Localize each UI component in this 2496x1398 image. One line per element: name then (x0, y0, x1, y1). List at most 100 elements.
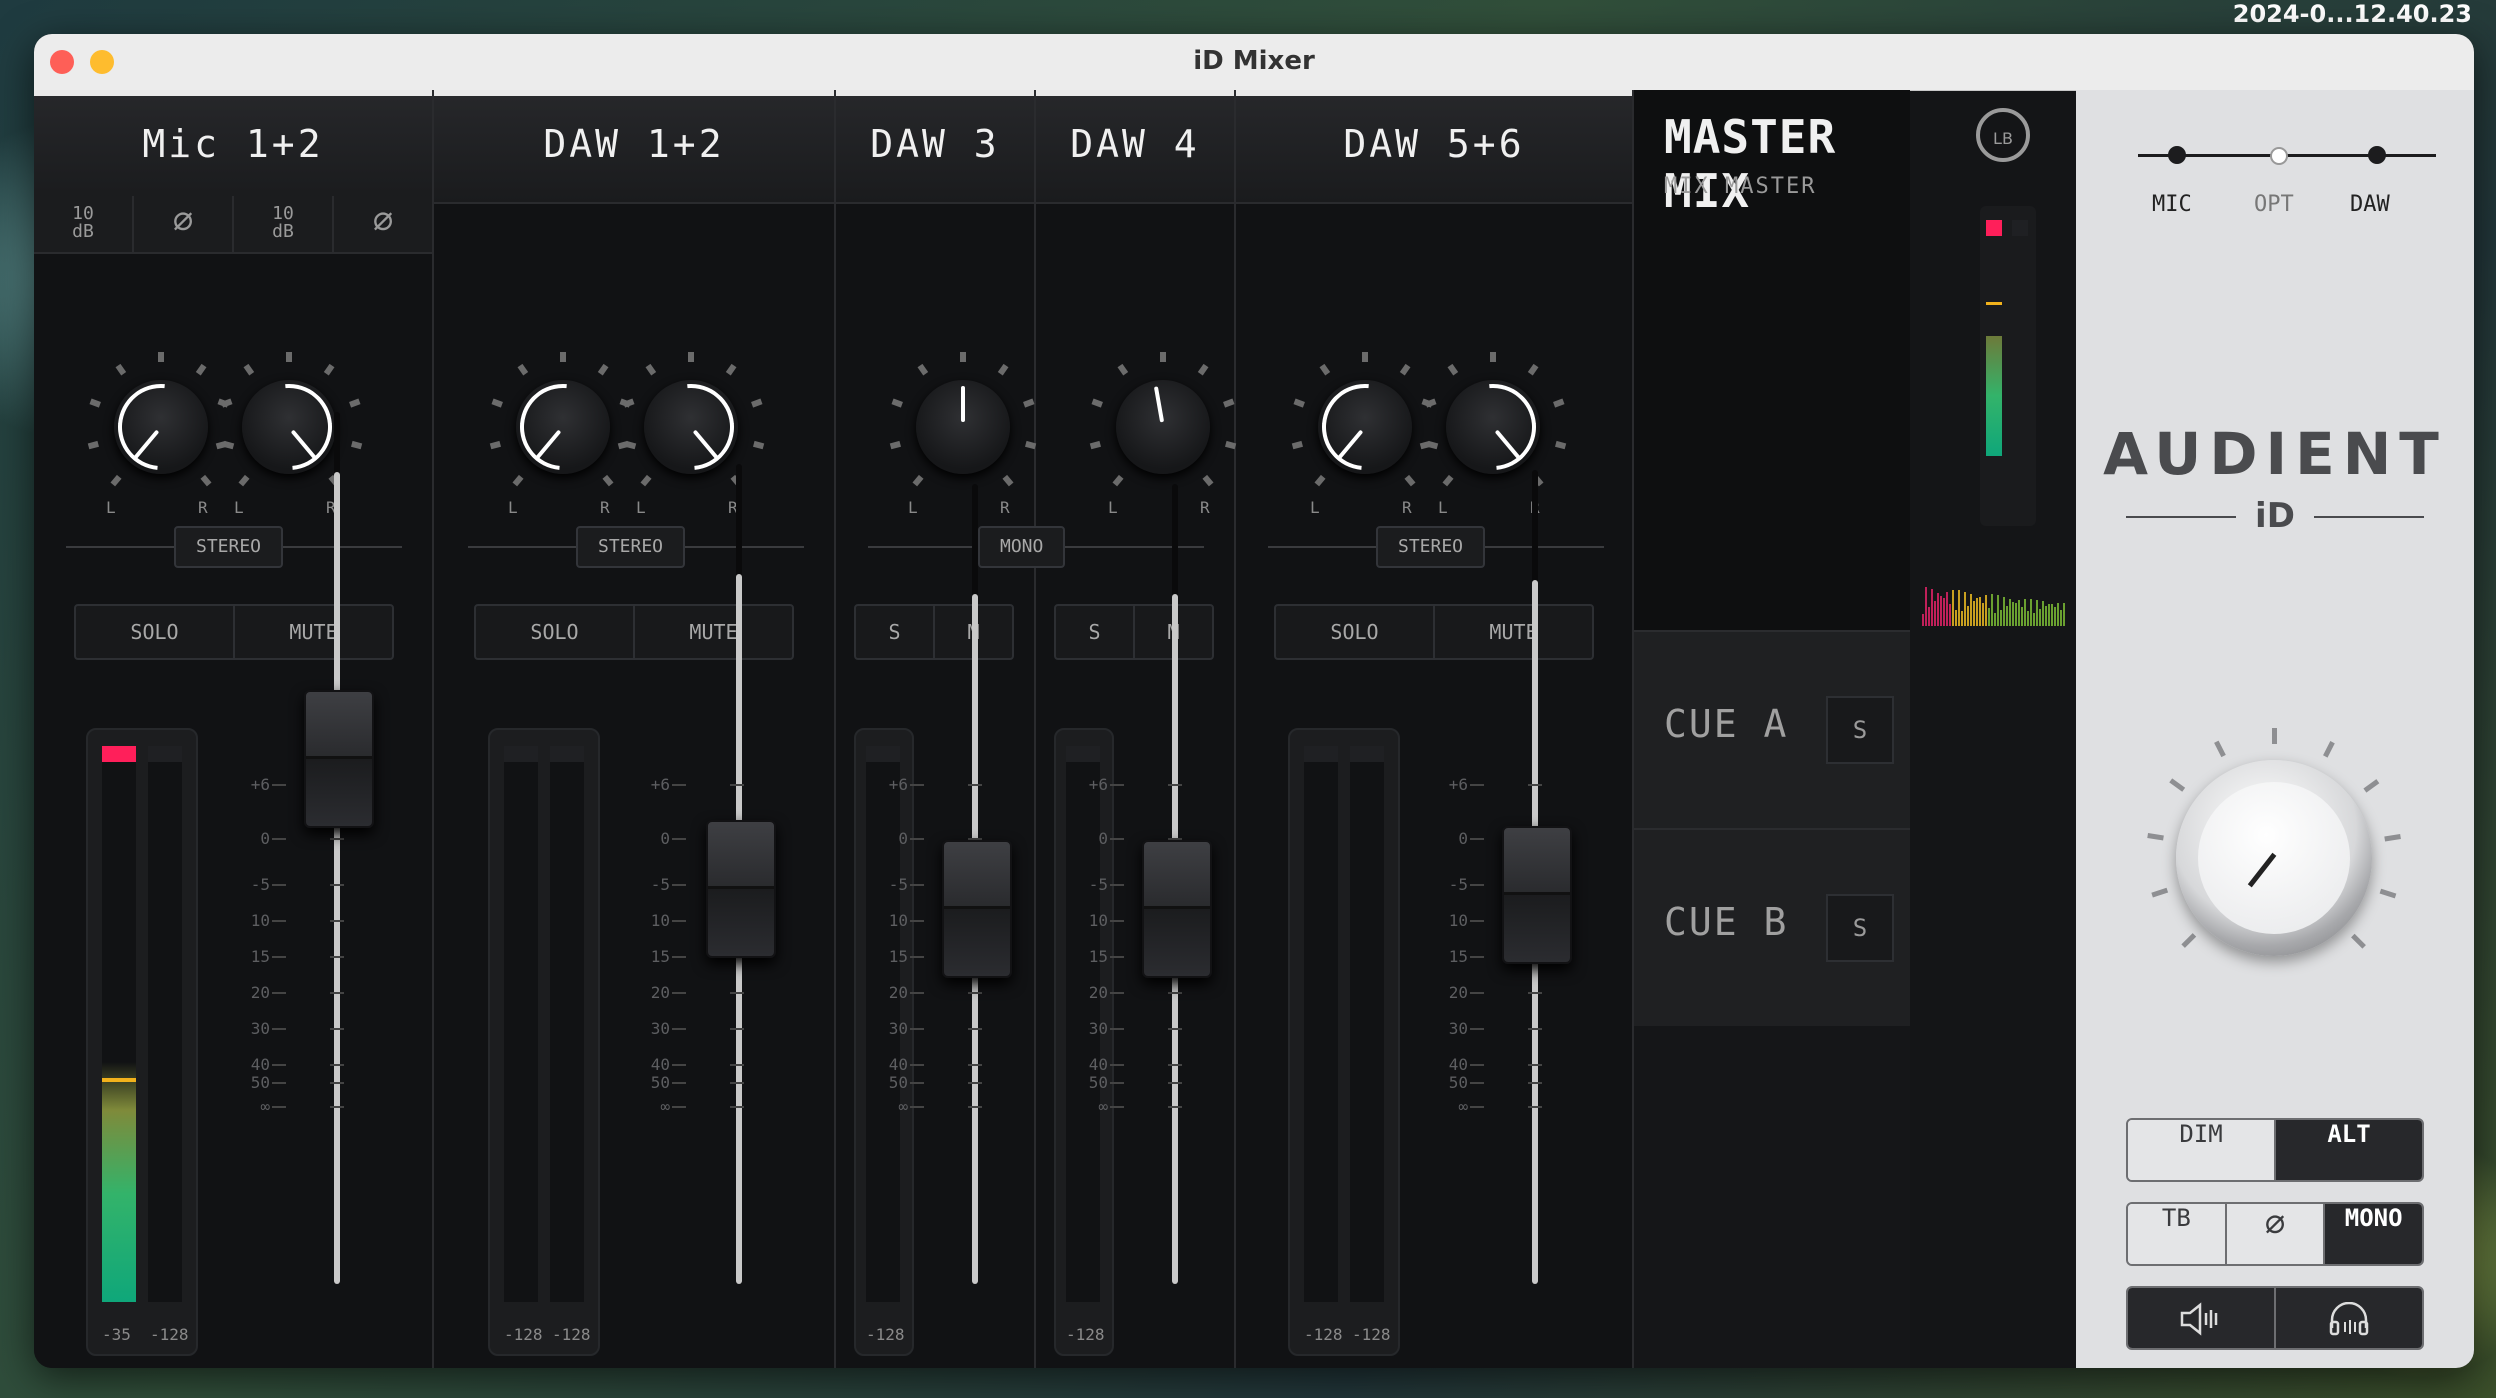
pan-left-label: L (508, 498, 518, 517)
fader-scale-label: 30 (250, 1019, 270, 1038)
spectrum-bar (2036, 600, 2038, 626)
spectrum-bar (1940, 596, 1942, 626)
pad-button-1[interactable]: 10 dB (34, 196, 134, 252)
fader-cap[interactable] (304, 690, 374, 828)
level-meter-mic: -35 -128 (86, 728, 198, 1356)
mono-button[interactable]: MONO (2323, 1204, 2422, 1264)
meter-readout-right: -128 (1352, 1325, 1391, 1344)
meter-bar-left (1304, 746, 1338, 1302)
cue-a-row[interactable]: CUE A S (1634, 630, 1910, 828)
talkback-button[interactable]: TB (2128, 1204, 2225, 1264)
spectrum-bar (1934, 601, 1936, 626)
fader-scale-label: 40 (650, 1055, 670, 1074)
spectrum-bar (1970, 594, 1972, 626)
fader-scale-label: 10 (1088, 911, 1108, 930)
phase-invert-button[interactable]: ∅ (2224, 1204, 2324, 1264)
dim-button[interactable]: DIM (2128, 1120, 2274, 1180)
fader-level (334, 472, 340, 1284)
spectrum-bar (2033, 613, 2035, 626)
title-bar: iD Mixer (34, 34, 2474, 91)
master-mix-section: MASTER MIX MIX MASTER LB CUE A S CUE B S (1634, 90, 2065, 1368)
cue-b-row[interactable]: CUE B S (1634, 828, 1910, 1026)
meter-readout-left: -35 (102, 1325, 131, 1344)
pan-left-label: L (1310, 498, 1320, 517)
spectrum-bar (1937, 593, 1939, 626)
fader-scale-label: 15 (1448, 947, 1468, 966)
spectrum-bar (1994, 613, 1996, 626)
mono-mode-toggle-daw34[interactable]: MONO (978, 526, 1066, 568)
pan-right-label: R (198, 498, 208, 517)
fader-scale-label: +6 (888, 775, 908, 794)
fader-cap[interactable] (1142, 840, 1212, 978)
logo-rule-right (2314, 516, 2424, 518)
master-clip-indicator-right (2012, 220, 2028, 236)
fader-scale: +6 0 -5 10 15 20 30 40 50 ∞ (234, 34, 344, 1334)
fader-scale-label: 30 (1448, 1019, 1468, 1038)
source-daw-selector[interactable] (2368, 146, 2386, 164)
meter-bar-right (148, 746, 182, 1302)
spectrum-bar (1991, 594, 1993, 626)
fader-scale-label: 50 (1088, 1073, 1108, 1092)
solo-button[interactable]: SOLO (1276, 606, 1433, 658)
cue-b-solo-button[interactable]: S (1826, 894, 1894, 962)
spectrum-bar (2042, 601, 2044, 626)
spectrum-bar (1958, 590, 1960, 626)
master-meter-fill-left (1986, 336, 2002, 456)
fader-cap[interactable] (1502, 826, 1572, 964)
speaker-output-button[interactable] (2128, 1288, 2274, 1348)
monitor-volume-knob[interactable] (2176, 760, 2372, 956)
solo-button[interactable]: SOLO (76, 606, 233, 658)
source-mic-selector[interactable] (2168, 146, 2186, 164)
loopback-icon[interactable]: LB (1976, 108, 2030, 162)
cue-b-label: CUE B (1664, 900, 1789, 944)
volume-tick (2272, 728, 2277, 744)
alt-button[interactable]: ALT (2274, 1120, 2422, 1180)
speaker-icon (2180, 1302, 2218, 1336)
fader-scale-label: +6 (250, 775, 270, 794)
fader-scale-label: 30 (1088, 1019, 1108, 1038)
pan-right-label: R (1402, 498, 1412, 517)
spectrum-bar (1964, 592, 1966, 626)
window-title: iD Mixer (1193, 46, 1315, 76)
source-mic-label: MIC (2152, 192, 2192, 217)
fader-scale-label: ∞ (660, 1097, 670, 1116)
fader-cap[interactable] (706, 820, 776, 958)
headphone-output-button[interactable] (2274, 1288, 2422, 1348)
fader-scale: +6 0 -5 10 15 20 30 40 50 ∞ (634, 34, 744, 1334)
fader-scale-label: 20 (250, 983, 270, 1002)
spectrum-bar (2048, 604, 2050, 626)
volume-tick (2379, 888, 2397, 899)
solo-button[interactable]: SOLO (476, 606, 633, 658)
fader-scale-label: 15 (250, 947, 270, 966)
level-meter-daw12: -128 -128 (488, 728, 600, 1356)
spectrum-bar (2063, 603, 2065, 626)
fader-scale-label: ∞ (260, 1097, 270, 1116)
fader-scale-label: -5 (1088, 875, 1108, 894)
phase-invert-button-1[interactable]: ∅ (134, 196, 234, 252)
master-meter (1980, 206, 2036, 526)
fader-cap[interactable] (942, 840, 1012, 978)
input-options-row: 10 dB ∅ 10 dB ∅ (34, 196, 432, 254)
spectrum-bar (2024, 599, 2026, 626)
spectrum-bar (2000, 610, 2002, 626)
volume-tick (2147, 833, 2164, 841)
fader-scale-label: -5 (1448, 875, 1468, 894)
pan-right-label: R (1000, 498, 1010, 517)
meter-readout-right: -128 (150, 1325, 189, 1344)
cue-a-solo-button[interactable]: S (1826, 696, 1894, 764)
phase-invert-button-2[interactable]: ∅ (334, 196, 432, 252)
fader-scale-label: 30 (650, 1019, 670, 1038)
pan-knob-cap (1304, 366, 1426, 488)
pan-left-label: L (106, 498, 116, 517)
master-title: MASTER MIX (1664, 110, 1837, 218)
source-opt-selector[interactable] (2270, 147, 2288, 165)
meter-bar-left (102, 746, 136, 1302)
spectrum-bar (1952, 590, 1954, 626)
spectrum-bar (2039, 609, 2041, 626)
fader-scale-label: 20 (1448, 983, 1468, 1002)
spectrum-bar (2051, 604, 2053, 626)
fader-scale-label: +6 (1088, 775, 1108, 794)
spectrum-bar (1973, 601, 1975, 626)
spectrum-bar (2030, 599, 2032, 626)
fader-track[interactable] (334, 412, 340, 1284)
